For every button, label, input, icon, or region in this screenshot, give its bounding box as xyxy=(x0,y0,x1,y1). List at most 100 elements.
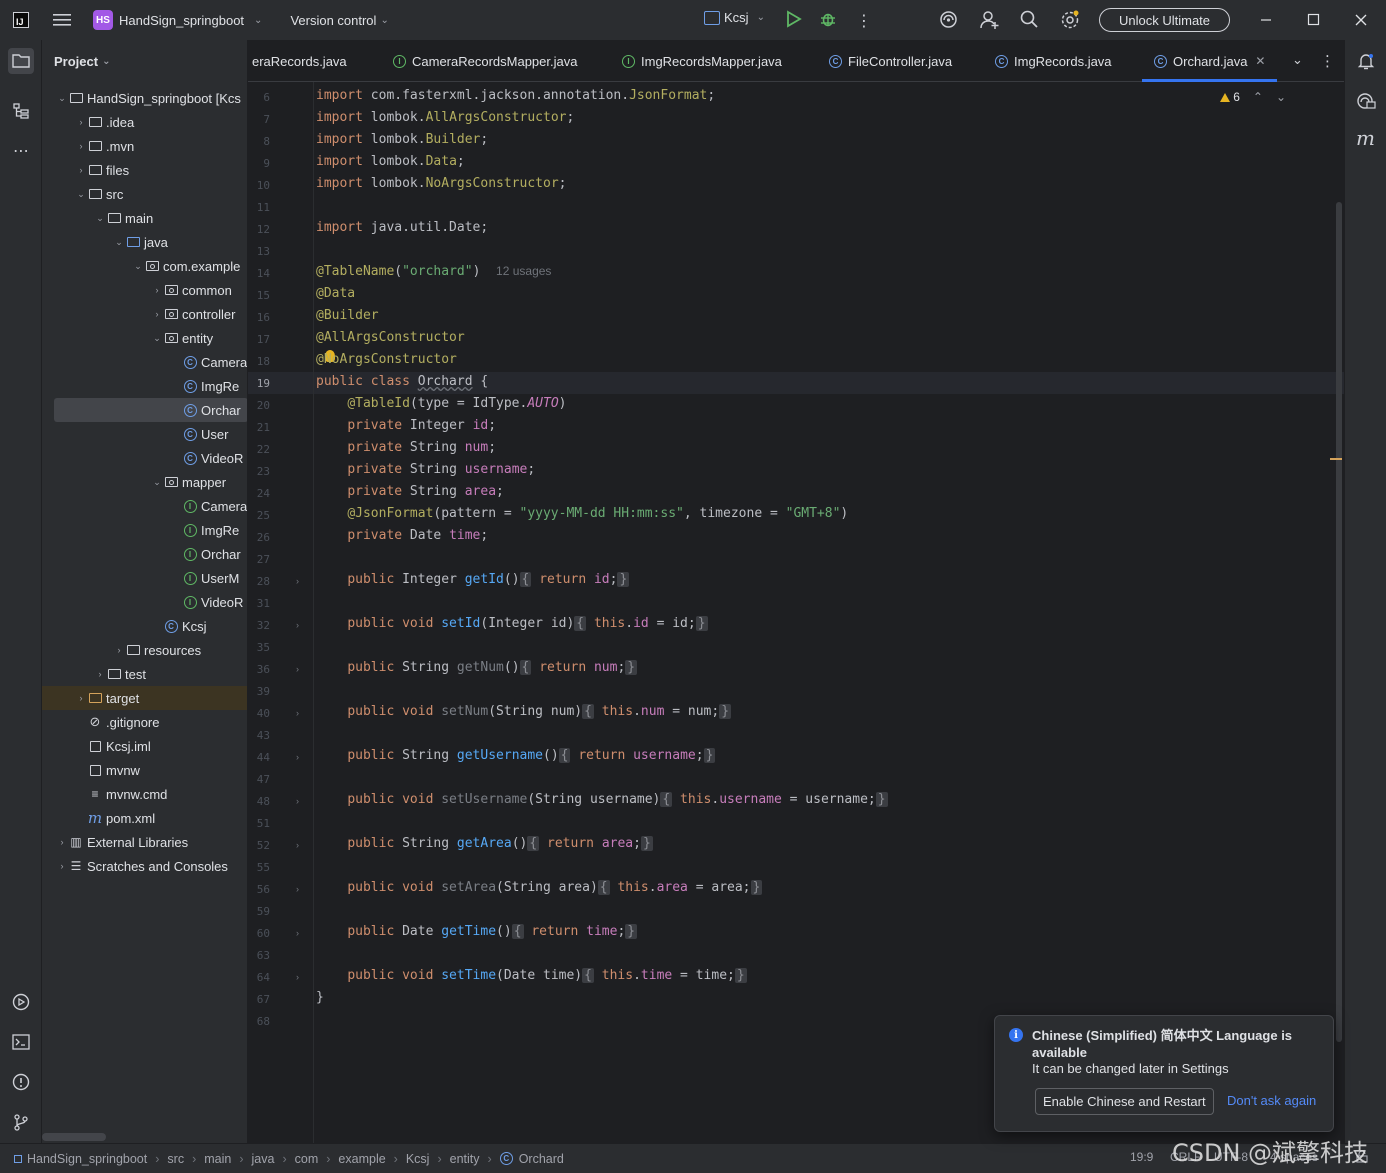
project-panel-header[interactable]: Project ⌄ xyxy=(42,40,247,82)
line-number[interactable]: 68 xyxy=(248,1015,270,1028)
line-number[interactable]: 9 xyxy=(248,157,270,170)
tab-orchard[interactable]: C Orchard.java ✕ xyxy=(1142,40,1278,82)
intellij-logo-icon[interactable]: IJ xyxy=(13,12,29,28)
tree-item[interactable]: I Orchar xyxy=(42,542,247,566)
line-number[interactable]: 44 xyxy=(248,751,270,764)
horizontal-scrollbar[interactable] xyxy=(42,1133,106,1141)
line-number[interactable]: 55 xyxy=(248,861,270,874)
more-tools-icon[interactable]: ⋯ xyxy=(8,138,34,164)
caret-position[interactable]: 19:9 xyxy=(1130,1150,1153,1164)
line-number[interactable]: 43 xyxy=(248,729,270,742)
tree-item[interactable]: ⌄ com.example xyxy=(42,254,247,278)
tree-item[interactable]: C VideoR xyxy=(42,446,247,470)
fold-expand-icon[interactable]: › xyxy=(296,884,299,894)
notifications-bell-icon[interactable] xyxy=(1357,52,1375,73)
line-number[interactable]: 17 xyxy=(248,333,270,346)
tree-item[interactable]: ⌄ java xyxy=(42,230,247,254)
line-number[interactable]: 21 xyxy=(248,421,270,434)
settings-gear-icon[interactable] xyxy=(1060,10,1080,33)
line-number[interactable]: 51 xyxy=(248,817,270,830)
tree-item[interactable]: ⌄ src xyxy=(42,182,247,206)
line-number[interactable]: 64 xyxy=(248,971,270,984)
tree-item[interactable]: ⌄ entity xyxy=(42,326,247,350)
tree-item[interactable]: Kcsj.iml xyxy=(42,734,247,758)
line-number[interactable]: 26 xyxy=(248,531,270,544)
tab-filecontroller[interactable]: C FileController.java xyxy=(829,40,952,82)
chevron-down-icon[interactable]: ⌄ xyxy=(113,237,125,248)
chevron-down-icon[interactable]: ⌄ xyxy=(151,333,163,344)
tree-item[interactable]: mvnw xyxy=(42,758,247,782)
tree-item[interactable]: m pom.xml xyxy=(42,806,247,830)
line-number[interactable]: 20 xyxy=(248,399,270,412)
tree-item[interactable]: › files xyxy=(42,158,247,182)
line-number[interactable]: 8 xyxy=(248,135,270,148)
ai-chat-icon[interactable] xyxy=(1356,92,1376,113)
minimize-icon[interactable] xyxy=(1259,12,1273,29)
tab-options-icon[interactable]: ⋮ xyxy=(1320,52,1335,70)
fold-expand-icon[interactable]: › xyxy=(296,840,299,850)
line-number[interactable]: 12 xyxy=(248,223,270,236)
main-menu-icon[interactable] xyxy=(53,13,71,27)
previous-highlight-icon[interactable]: ⌃ xyxy=(1253,90,1263,104)
tree-item[interactable]: ≡ mvnw.cmd xyxy=(42,782,247,806)
more-actions-icon[interactable]: ⋮ xyxy=(856,11,872,31)
breadcrumb-item[interactable]: Kcsj xyxy=(406,1152,430,1166)
chevron-right-icon[interactable]: › xyxy=(94,669,106,679)
breadcrumb-item[interactable]: HandSign_springboot xyxy=(27,1152,147,1166)
breadcrumb-item[interactable]: src xyxy=(167,1152,184,1166)
line-number[interactable]: 36 xyxy=(248,663,270,676)
line-number[interactable]: 14 xyxy=(248,267,270,280)
chevron-right-icon[interactable]: › xyxy=(151,285,163,295)
breadcrumb-item[interactable]: java xyxy=(252,1152,275,1166)
version-control-menu[interactable]: Version control ⌄ xyxy=(290,13,388,28)
line-number[interactable]: 47 xyxy=(248,773,270,786)
breadcrumb-item[interactable]: entity xyxy=(450,1152,480,1166)
line-number[interactable]: 48 xyxy=(248,795,270,808)
line-number[interactable]: 16 xyxy=(248,311,270,324)
services-icon[interactable] xyxy=(8,989,34,1015)
tab-list-chevron-icon[interactable]: ⌄ xyxy=(1292,52,1303,68)
breadcrumb-item[interactable]: main xyxy=(204,1152,231,1166)
line-number[interactable]: 7 xyxy=(248,113,270,126)
breadcrumb-item[interactable]: com xyxy=(295,1152,319,1166)
tree-item[interactable]: I VideoR xyxy=(42,590,247,614)
tree-item[interactable]: I Camera xyxy=(42,494,247,518)
tree-item[interactable]: › common xyxy=(42,278,247,302)
fold-expand-icon[interactable]: › xyxy=(296,620,299,630)
code-editor[interactable]: 6 7 8 9 10 11 12 13 14 15 16 17 18 19 20 21 22 23 24 25 26 27… xyxy=(248,82,1344,1143)
fold-expand-icon[interactable]: › xyxy=(296,796,299,806)
chevron-right-icon[interactable]: › xyxy=(151,309,163,319)
line-number[interactable]: 39 xyxy=(248,685,270,698)
tab-imgrecords[interactable]: C ImgRecords.java xyxy=(995,40,1112,82)
line-number[interactable]: 15 xyxy=(248,289,270,302)
chevron-right-icon[interactable]: › xyxy=(75,165,87,175)
line-number[interactable]: 6 xyxy=(248,91,270,104)
problems-icon[interactable] xyxy=(8,1069,34,1095)
unlock-ultimate-button[interactable]: Unlock Ultimate xyxy=(1099,8,1230,32)
tree-item[interactable]: ⌄ main xyxy=(42,206,247,230)
next-highlight-icon[interactable]: ⌄ xyxy=(1276,90,1286,104)
line-number[interactable]: 35 xyxy=(248,641,270,654)
chevron-right-icon[interactable]: › xyxy=(75,117,87,127)
line-number[interactable]: 60 xyxy=(248,927,270,940)
structure-tool-icon[interactable] xyxy=(8,98,34,124)
chevron-right-icon[interactable]: › xyxy=(56,861,68,871)
tree-item[interactable]: C User xyxy=(42,422,247,446)
tree-item[interactable]: › .mvn xyxy=(42,134,247,158)
tree-item[interactable]: ⊘ .gitignore xyxy=(42,710,247,734)
fold-expand-icon[interactable]: › xyxy=(296,664,299,674)
usages-hint[interactable]: 12 usages xyxy=(496,264,551,278)
line-number[interactable]: 67 xyxy=(248,993,270,1006)
debug-icon[interactable] xyxy=(819,10,837,31)
fold-expand-icon[interactable]: › xyxy=(296,752,299,762)
tree-item[interactable]: C Kcsj xyxy=(42,614,247,638)
tree-item[interactable]: › .idea xyxy=(42,110,247,134)
chevron-down-icon[interactable]: ⌄ xyxy=(56,93,68,104)
line-number[interactable]: 13 xyxy=(248,245,270,258)
inspection-widget[interactable]: 6 ⌃ ⌄ xyxy=(1220,90,1286,104)
vertical-scrollbar[interactable] xyxy=(1336,202,1342,1042)
tree-item[interactable]: › resources xyxy=(42,638,247,662)
tab-camerarecords[interactable]: eraRecords.java xyxy=(252,40,347,82)
breadcrumb-item[interactable]: example xyxy=(338,1152,385,1166)
tree-item[interactable]: C ImgRe xyxy=(42,374,247,398)
